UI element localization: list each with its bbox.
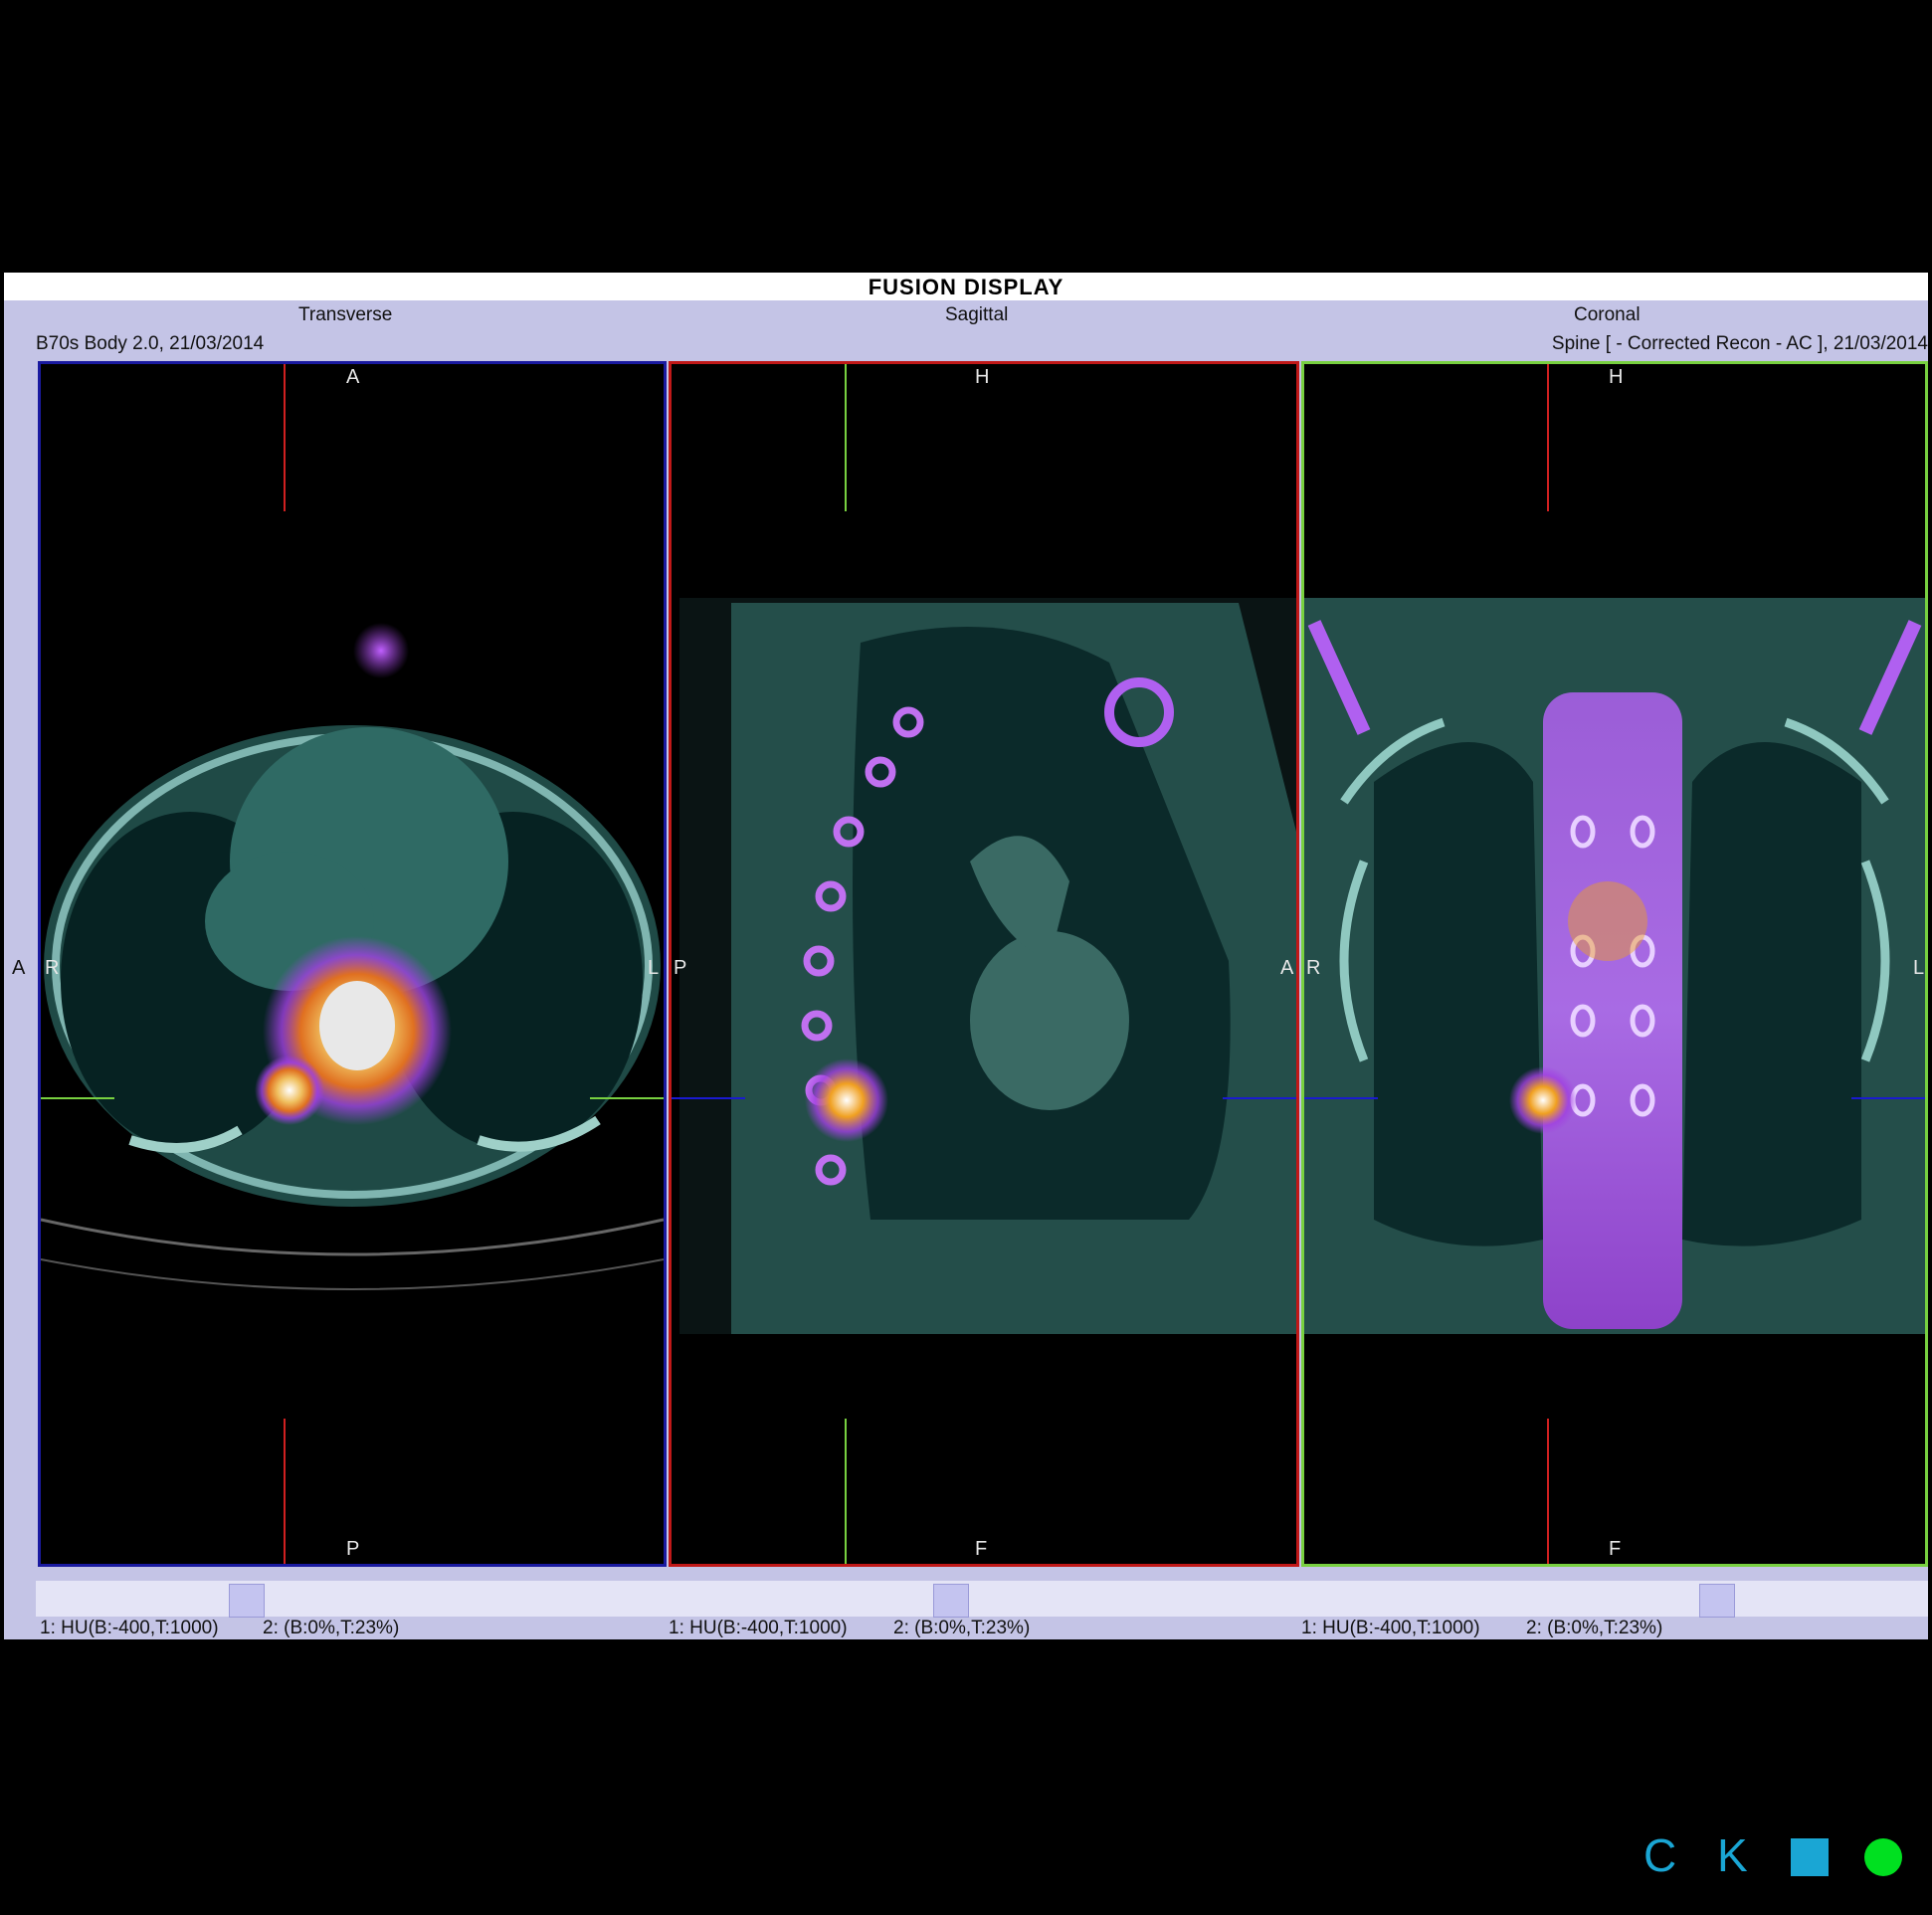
crosshair-vertical-top <box>845 364 847 511</box>
crosshair-vertical-bottom <box>1547 1419 1549 1564</box>
series-label-ct: B70s Body 2.0, 21/03/2014 <box>36 333 265 354</box>
view-label-sagittal: Sagittal <box>945 304 1009 325</box>
orient-left: P <box>674 957 687 979</box>
crosshair-horizontal-left <box>672 1097 745 1099</box>
square-icon <box>1791 1838 1829 1876</box>
sagittal-viewport[interactable]: H F P A <box>669 361 1299 1567</box>
crosshair-horizontal-right <box>1851 1097 1925 1099</box>
coronal-slice-slider[interactable] <box>1699 1584 1735 1618</box>
series-label-pet: Spine [ - Corrected Recon - AC ], 21/03/… <box>1551 333 1928 354</box>
orient-left: R <box>1306 957 1321 979</box>
fusion-display-window: FUSION DISPLAY Transverse Sagittal Coron… <box>4 273 1928 1639</box>
transverse-image <box>41 623 664 1290</box>
logo-letter-c: C <box>1643 1829 1677 1881</box>
sagittal-slice-slider[interactable] <box>933 1584 969 1618</box>
logo-letter-k: K <box>1717 1829 1748 1881</box>
crosshair-horizontal-right <box>1223 1097 1296 1099</box>
orient-bottom: F <box>1609 1538 1622 1560</box>
orient-right: L <box>1913 957 1925 979</box>
orient-bottom: F <box>975 1538 988 1560</box>
transverse-viewport[interactable]: A P R L <box>38 361 667 1567</box>
transverse-ct-window: 1: HU(B:-400,T:1000) <box>40 1618 219 1638</box>
orient-top: H <box>975 366 990 388</box>
view-label-transverse: Transverse <box>298 304 393 325</box>
coronal-image <box>1304 598 1925 1334</box>
crosshair-horizontal-left <box>1304 1097 1378 1099</box>
transverse-slice-slider[interactable] <box>229 1584 265 1618</box>
coronal-pet-window: 2: (B:0%,T:23%) <box>1526 1618 1663 1638</box>
crosshair-vertical-bottom <box>284 1419 286 1564</box>
coronal-viewport[interactable]: H F R L <box>1301 361 1928 1567</box>
orient-right: A <box>1280 957 1294 979</box>
orient-left: R <box>45 957 60 979</box>
orient-right: L <box>648 957 660 979</box>
orient-outer-left: A <box>12 957 26 979</box>
sagittal-image <box>679 598 1296 1334</box>
crosshair-horizontal-right <box>590 1097 664 1099</box>
transverse-pet-window: 2: (B:0%,T:23%) <box>263 1618 400 1638</box>
dot-icon <box>1864 1838 1902 1876</box>
sagittal-ct-window: 1: HU(B:-400,T:1000) <box>669 1618 848 1638</box>
crosshair-vertical-top <box>1547 364 1549 511</box>
crosshair-horizontal-left <box>41 1097 114 1099</box>
sagittal-pet-window: 2: (B:0%,T:23%) <box>893 1618 1031 1638</box>
view-label-coronal: Coronal <box>1574 304 1641 325</box>
slice-slider-track <box>36 1581 1928 1617</box>
orient-top: A <box>346 366 360 388</box>
coronal-ct-window: 1: HU(B:-400,T:1000) <box>1301 1618 1480 1638</box>
orient-bottom: P <box>346 1538 360 1560</box>
crosshair-vertical-top <box>284 364 286 511</box>
crosshair-vertical-bottom <box>845 1419 847 1564</box>
orient-top: H <box>1609 366 1624 388</box>
window-title: FUSION DISPLAY <box>4 273 1928 300</box>
